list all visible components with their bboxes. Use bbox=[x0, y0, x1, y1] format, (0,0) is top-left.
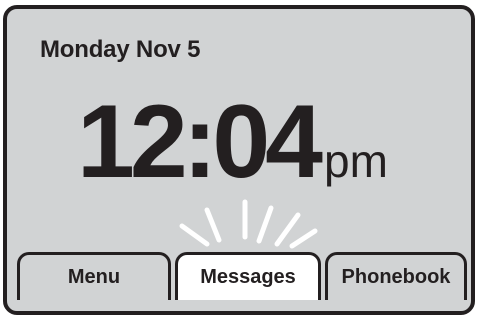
messages-softkey-label: Messages bbox=[200, 266, 296, 288]
date-label: Monday Nov 5 bbox=[40, 36, 201, 63]
phonebook-softkey[interactable]: Phonebook bbox=[325, 252, 467, 300]
menu-softkey-label: Menu bbox=[67, 266, 121, 288]
glow-ray bbox=[179, 223, 210, 247]
clock-period: pm bbox=[324, 135, 388, 187]
glow-ray bbox=[289, 228, 318, 249]
clock-display: 12:04 pm bbox=[77, 87, 388, 197]
clock-time: 12:04 bbox=[77, 84, 323, 200]
phonebook-softkey-label: Phonebook bbox=[341, 266, 451, 288]
glow-ray bbox=[256, 205, 274, 244]
glow-ray bbox=[204, 207, 222, 243]
menu-softkey[interactable]: Menu bbox=[17, 252, 171, 300]
messages-softkey[interactable]: Messages bbox=[175, 252, 321, 300]
glow-ray bbox=[274, 212, 301, 247]
phone-display: Monday Nov 5 12:04 pm Menu Messages Phone… bbox=[3, 5, 475, 315]
